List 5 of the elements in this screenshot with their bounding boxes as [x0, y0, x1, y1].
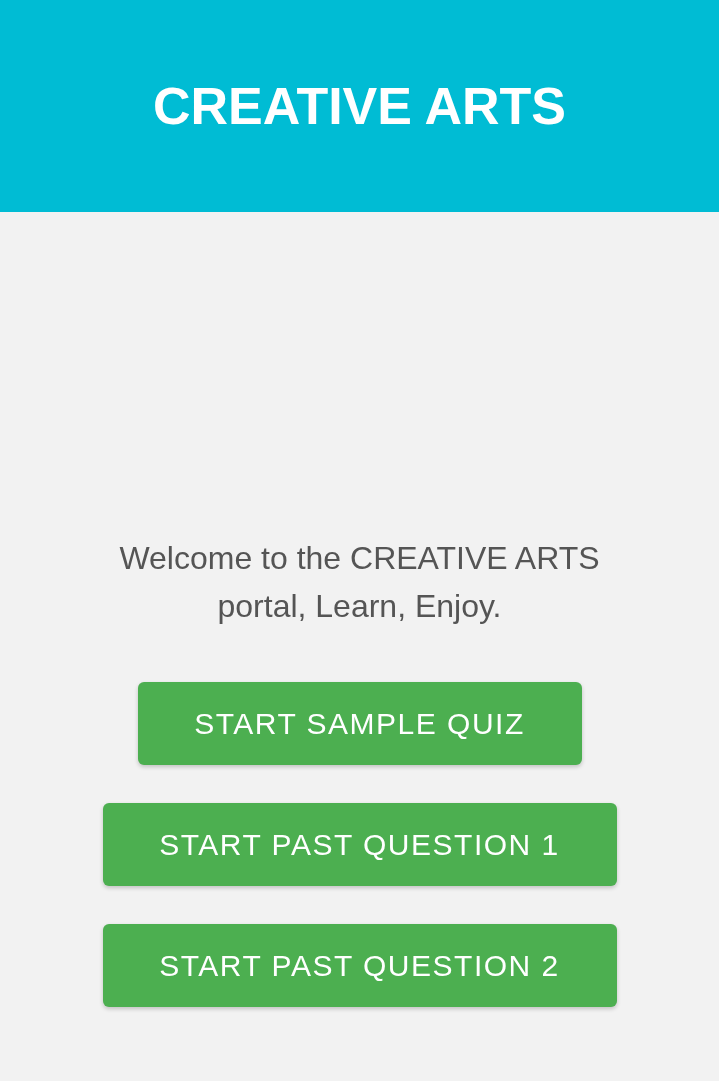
start-quiz-button[interactable]: START PAST QUESTION 1	[102, 803, 617, 886]
app-title: CREATIVE ARTS	[152, 76, 567, 136]
welcome-message: Welcome to the CREATIVE ARTS portal, Learn, Enjoy.	[118, 539, 601, 626]
start-quiz-button[interactable]: START PAST QUESTION 2	[102, 924, 617, 1007]
start-quiz-button[interactable]: START SAMPLE QUIZ	[137, 682, 582, 765]
